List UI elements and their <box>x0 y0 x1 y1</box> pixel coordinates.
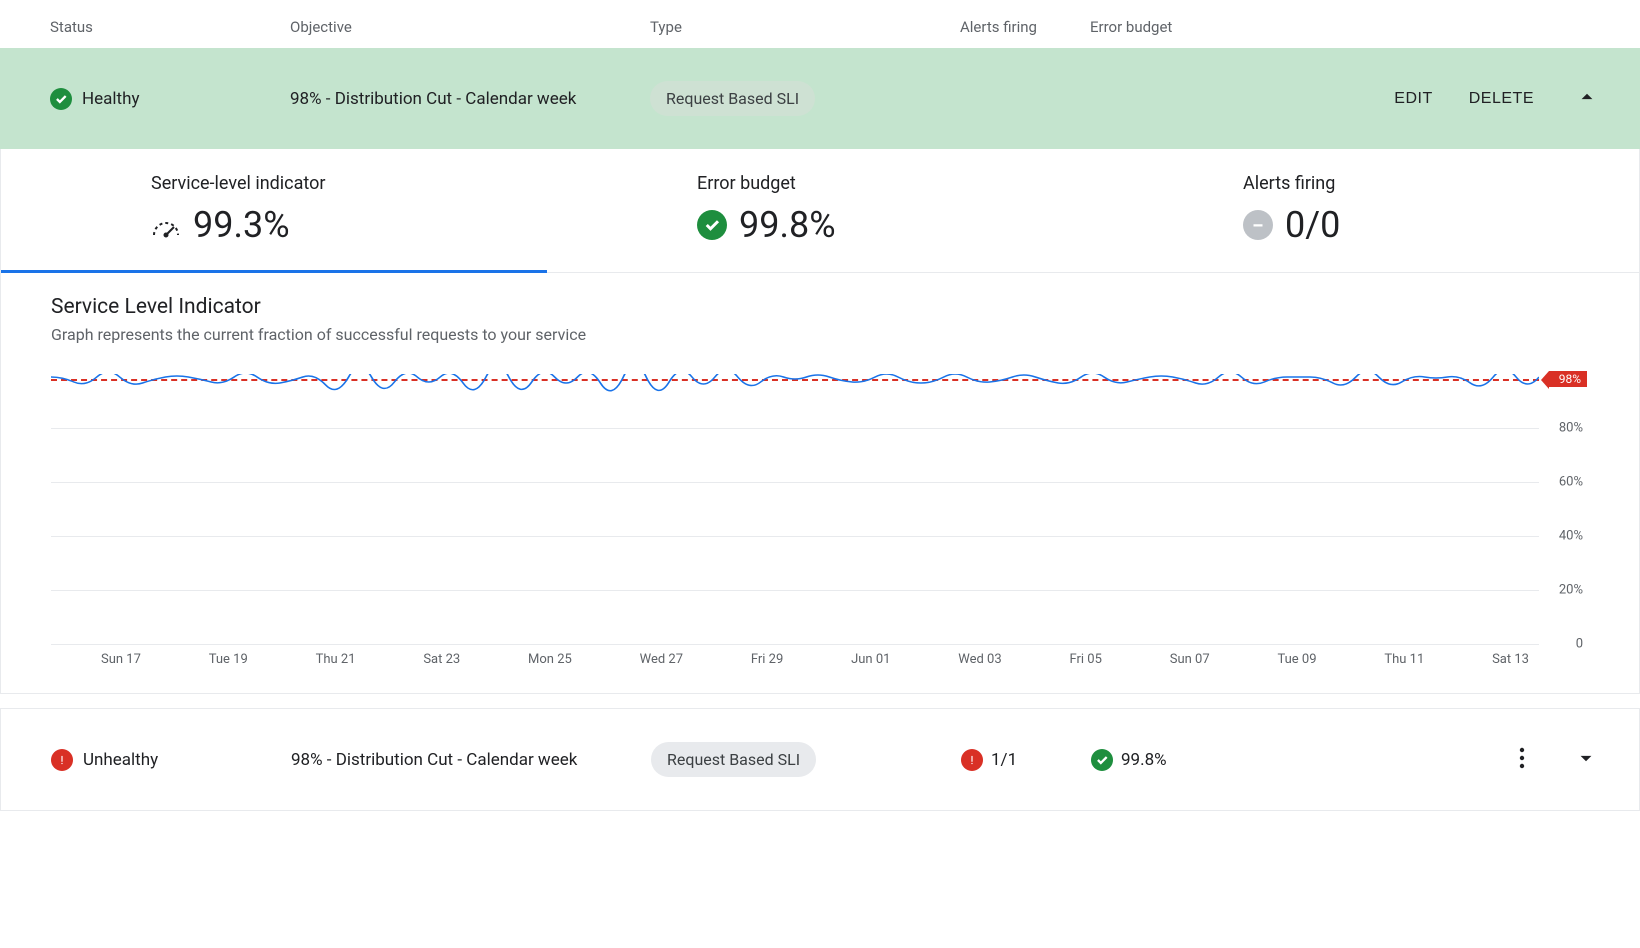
chevron-down-icon <box>1573 745 1599 771</box>
chart-x-tick: Tue 09 <box>1277 652 1316 667</box>
col-objective: Objective <box>290 18 650 36</box>
tab-error-budget[interactable]: Error budget 99.8% <box>547 149 1093 272</box>
col-type: Type <box>650 18 960 36</box>
tab-alerts-firing[interactable]: Alerts firing 0/0 <box>1093 149 1639 272</box>
budget-value: 99.8% <box>1121 750 1167 770</box>
status-label: Healthy <box>82 89 140 109</box>
chart-x-tick: Wed 03 <box>958 652 1001 667</box>
chart-section: Service Level Indicator Graph represents… <box>1 273 1639 693</box>
objective-label: 98% - Distribution Cut - Calendar week <box>291 750 651 770</box>
sli-value: 99.3% <box>193 204 290 246</box>
chart-x-tick: Jun 01 <box>851 652 890 667</box>
chart-x-axis: Sun 17 Tue 19 Thu 21 Sat 23 Mon 25 Wed 2… <box>51 652 1539 667</box>
chart-x-tick: Fri 05 <box>1069 652 1101 667</box>
chart-x-tick: Sat 13 <box>1492 652 1529 667</box>
chart-grid-line <box>51 590 1539 591</box>
chart-y-tick: 40% <box>1559 529 1583 544</box>
budget-cell: 99.8% <box>1091 749 1291 771</box>
chart-grid-line <box>51 644 1539 645</box>
chart-data-line <box>51 374 1539 404</box>
chart-subtitle: Graph represents the current fraction of… <box>51 325 1589 344</box>
col-budget: Error budget <box>1090 18 1290 36</box>
chart-x-tick: Sun 07 <box>1170 652 1210 667</box>
delete-button[interactable]: DELETE <box>1469 90 1534 108</box>
budget-value: 99.8% <box>739 204 836 246</box>
more-vert-icon <box>1519 746 1525 770</box>
chart-y-tick: 20% <box>1559 583 1583 598</box>
chart-x-tick: Wed 27 <box>640 652 683 667</box>
gauge-icon <box>151 216 181 234</box>
alerts-value: 1/1 <box>991 750 1017 770</box>
more-button[interactable] <box>1511 746 1533 774</box>
status-label: Unhealthy <box>83 750 158 770</box>
alerts-cell: 1/1 <box>961 749 1091 771</box>
edit-button[interactable]: EDIT <box>1394 90 1432 108</box>
chart-y-tick: 80% <box>1559 421 1583 436</box>
chart-x-tick: Mon 25 <box>528 652 572 667</box>
type-pill: Request Based SLI <box>650 81 815 116</box>
chart-grid-line <box>51 482 1539 483</box>
chart-grid-line <box>51 428 1539 429</box>
chart-grid-line <box>51 536 1539 537</box>
expand-button[interactable] <box>1569 741 1603 778</box>
chart-y-tick: 0 <box>1576 637 1583 652</box>
budget-label: Error budget <box>697 173 1069 194</box>
objective-label: 98% - Distribution Cut - Calendar week <box>290 89 650 109</box>
chart-x-tick: Thu 21 <box>316 652 356 667</box>
chevron-up-icon <box>1574 84 1600 110</box>
chart-x-tick: Thu 11 <box>1384 652 1424 667</box>
healthy-check-icon <box>50 88 72 110</box>
alert-icon <box>961 749 983 771</box>
chart-x-tick: Sun 17 <box>101 652 141 667</box>
tab-sli[interactable]: Service-level indicator 99.3% <box>1 149 547 272</box>
chart-title: Service Level Indicator <box>51 295 1589 319</box>
sli-label: Service-level indicator <box>151 173 523 194</box>
type-pill: Request Based SLI <box>651 742 816 777</box>
budget-check-icon <box>1091 749 1113 771</box>
actions-cell: EDIT DELETE <box>1290 80 1620 117</box>
chart-box: 98% 80% 60% 40% 20% 0 <box>51 374 1539 644</box>
status-cell: Unhealthy <box>51 749 291 771</box>
alerts-value: 0/0 <box>1285 204 1340 246</box>
slo-row-healthy[interactable]: Healthy 98% - Distribution Cut - Calenda… <box>0 48 1640 149</box>
chart-threshold-badge: 98% <box>1549 371 1587 387</box>
alerts-label: Alerts firing <box>1243 173 1615 194</box>
budget-check-icon <box>697 210 727 240</box>
metrics-tabs: Service-level indicator 99.3% Error budg… <box>1 149 1639 273</box>
collapse-button[interactable] <box>1570 80 1604 117</box>
unhealthy-alert-icon <box>51 749 73 771</box>
col-alerts: Alerts firing <box>960 18 1090 36</box>
alerts-neutral-icon <box>1243 210 1273 240</box>
chart-x-tick: Fri 29 <box>751 652 783 667</box>
chart-x-tick: Sat 23 <box>423 652 460 667</box>
actions-cell <box>1291 741 1619 778</box>
chart-x-tick: Tue 19 <box>209 652 248 667</box>
chart-y-tick: 60% <box>1559 475 1583 490</box>
slo-row-unhealthy[interactable]: Unhealthy 98% - Distribution Cut - Calen… <box>0 708 1640 811</box>
column-header-row: Status Objective Type Alerts firing Erro… <box>0 0 1640 48</box>
expanded-panel: Service-level indicator 99.3% Error budg… <box>0 149 1640 694</box>
col-status: Status <box>50 18 290 36</box>
status-cell: Healthy <box>50 88 290 110</box>
